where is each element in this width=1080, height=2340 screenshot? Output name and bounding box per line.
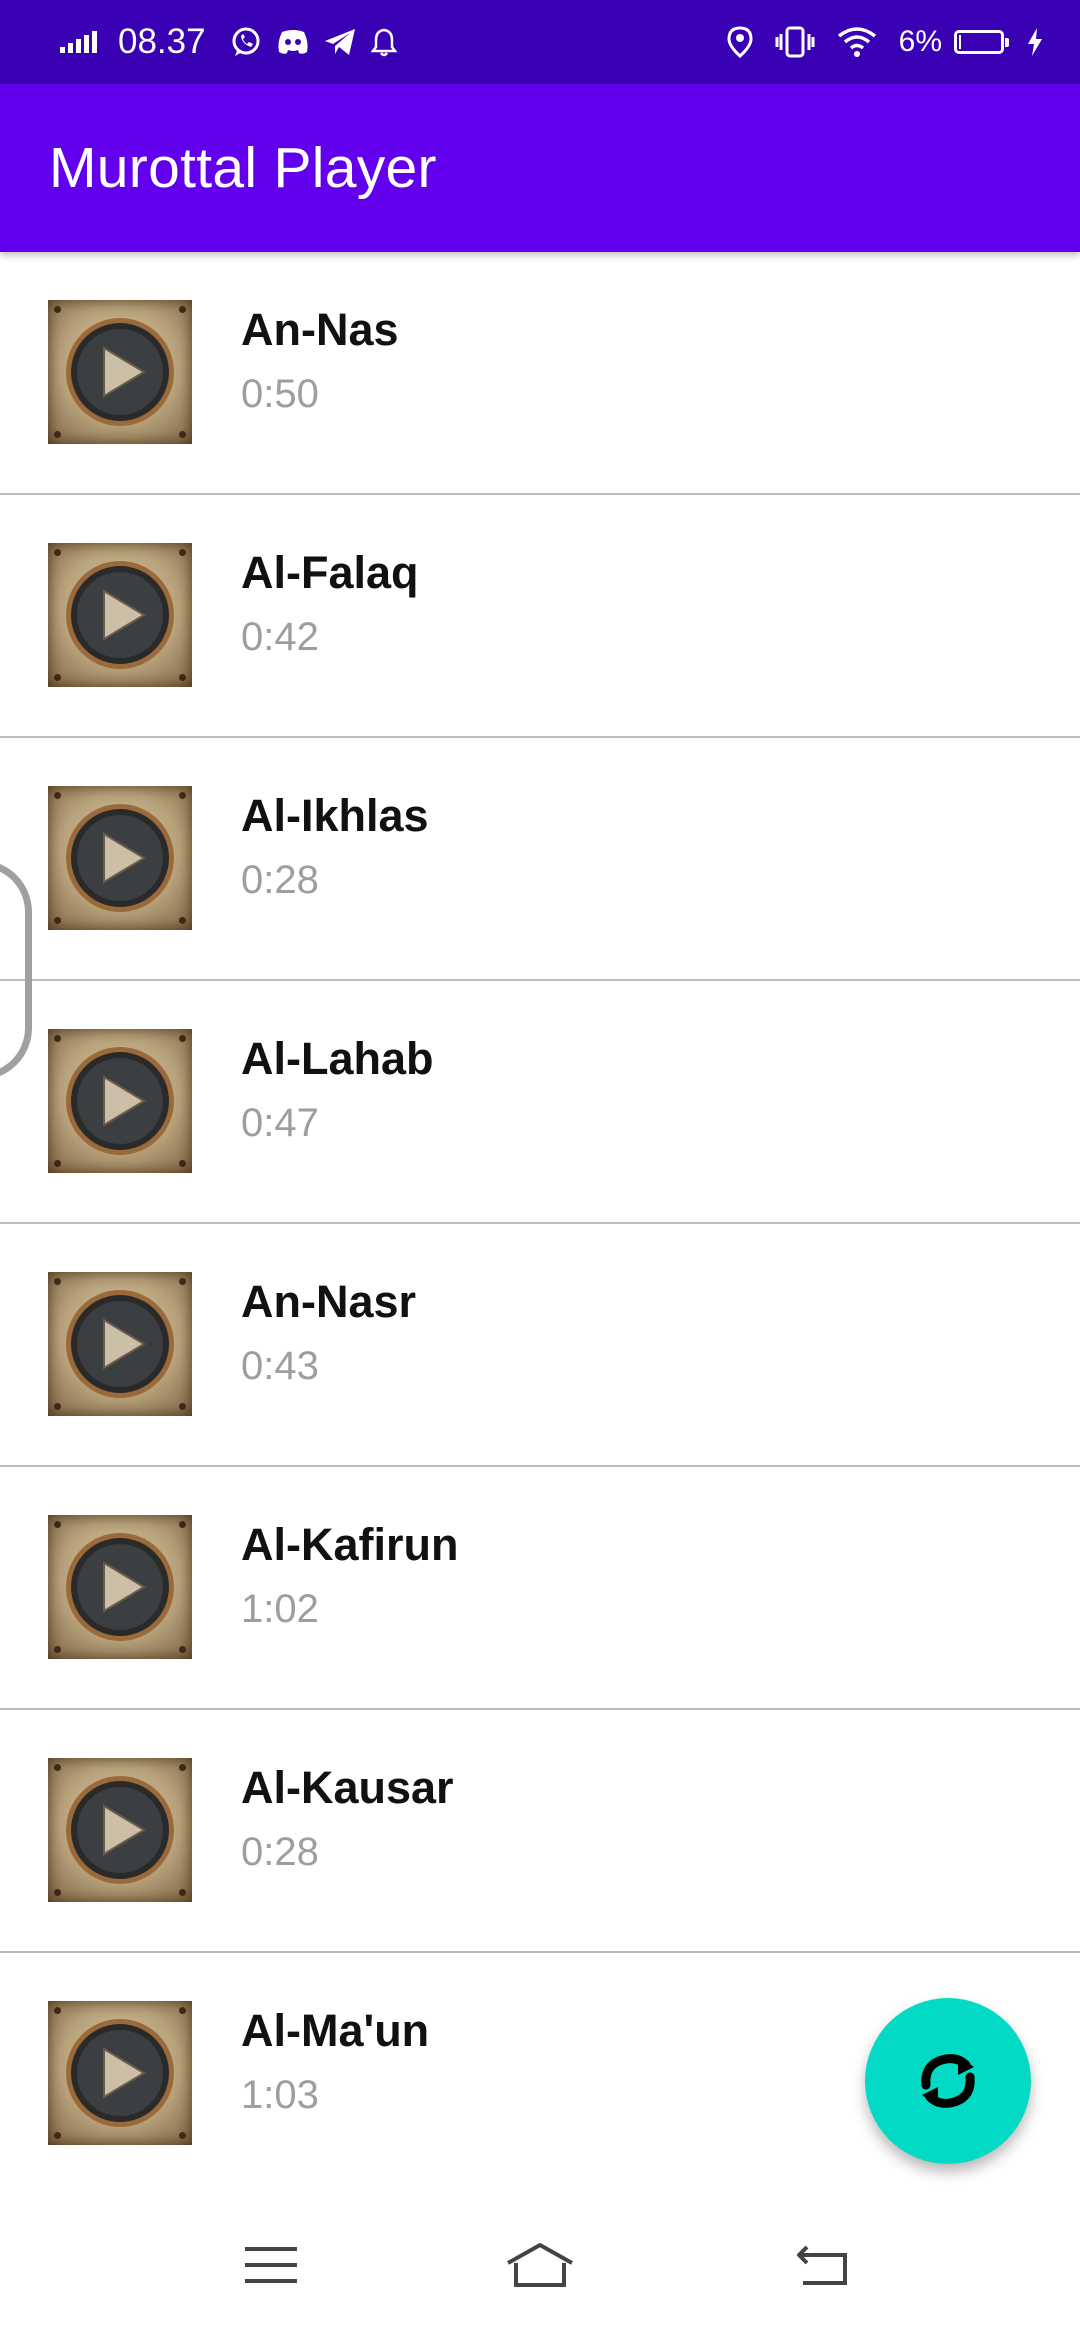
track-row[interactable]: An-Nasr 0:43 (0, 1224, 1080, 1467)
vibrate-icon (775, 26, 815, 58)
track-duration: 0:42 (241, 615, 319, 659)
track-row[interactable]: Al-Kafirun 1:02 (0, 1467, 1080, 1710)
discord-icon (278, 30, 308, 54)
track-duration: 1:03 (241, 2073, 319, 2117)
battery-icon (954, 30, 1009, 54)
status-right: 6% (727, 0, 1044, 84)
menu-icon (245, 2247, 297, 2283)
track-row[interactable]: Al-Kausar 0:28 (0, 1710, 1080, 1953)
signal-icon (60, 31, 97, 53)
play-thumbnail-icon[interactable] (48, 1029, 192, 1173)
app-title: Murottal Player (49, 136, 437, 200)
app-bar: Murottal Player (0, 84, 1080, 252)
track-duration: 0:43 (241, 1344, 319, 1388)
track-title: An-Nasr (241, 1276, 417, 1327)
navigation-bar (0, 2190, 1080, 2340)
status-bar: 08.37 6% (0, 0, 1080, 84)
play-thumbnail-icon[interactable] (48, 543, 192, 687)
play-thumbnail-icon[interactable] (48, 1272, 192, 1416)
track-row[interactable]: An-Nas 0:50 (0, 252, 1080, 495)
track-row[interactable]: Al-Ikhlas 0:28 (0, 738, 1080, 981)
refresh-button[interactable] (865, 1998, 1031, 2164)
track-row[interactable]: Al-Falaq 0:42 (0, 495, 1080, 738)
track-title: Al-Falaq (241, 547, 419, 598)
whatsapp-icon (232, 27, 260, 56)
play-thumbnail-icon[interactable] (48, 786, 192, 930)
track-title: Al-Ikhlas (241, 790, 429, 841)
edge-swipe-handle[interactable] (0, 860, 32, 1080)
menu-button[interactable] (191, 2190, 351, 2340)
track-duration: 0:28 (241, 1830, 319, 1874)
track-title: An-Nas (241, 304, 399, 355)
status-left: 08.37 (60, 0, 398, 84)
home-button[interactable] (460, 2190, 620, 2340)
play-thumbnail-icon[interactable] (48, 2001, 192, 2145)
charging-icon (1028, 28, 1042, 56)
track-duration: 0:50 (241, 372, 319, 416)
track-title: Al-Kausar (241, 1762, 454, 1813)
track-title: Al-Kafirun (241, 1519, 459, 1570)
play-thumbnail-icon[interactable] (48, 1515, 192, 1659)
home-icon (507, 2243, 573, 2287)
track-duration: 0:28 (241, 858, 319, 902)
back-icon (797, 2245, 847, 2285)
notification-bell-icon (370, 28, 398, 57)
track-row[interactable]: Al-Lahab 0:47 (0, 981, 1080, 1224)
refresh-icon (921, 2054, 975, 2108)
track-list: An-Nas 0:50 Al-Falaq 0:42 Al-Ikhlas 0:28… (0, 252, 1080, 2196)
track-title: Al-Ma'un (241, 2005, 430, 2056)
battery-percent: 6% (898, 25, 942, 58)
track-duration: 1:02 (241, 1587, 319, 1631)
play-thumbnail-icon[interactable] (48, 1758, 192, 1902)
track-title: Al-Lahab (241, 1033, 434, 1084)
wifi-icon (837, 27, 876, 57)
telegram-icon (324, 29, 355, 55)
play-thumbnail-icon[interactable] (48, 300, 192, 444)
back-button[interactable] (743, 2190, 903, 2340)
battery-level (959, 35, 961, 49)
track-duration: 0:47 (241, 1101, 319, 1145)
status-time: 08.37 (118, 22, 206, 61)
location-icon (727, 26, 753, 58)
